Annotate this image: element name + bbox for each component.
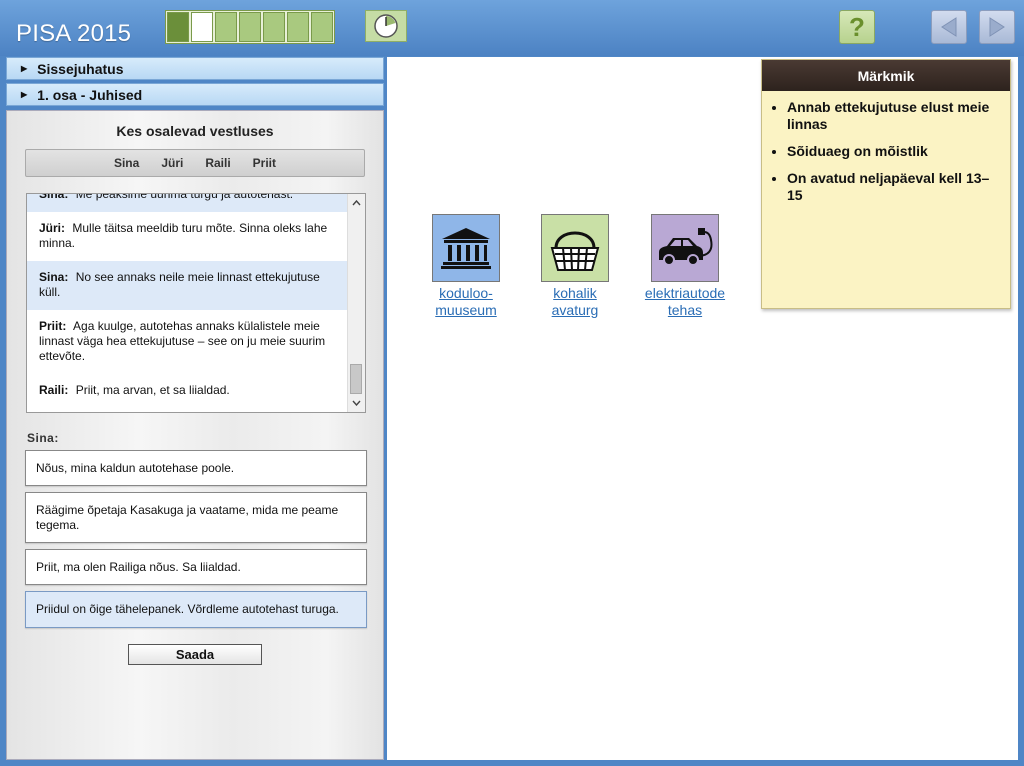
reply-option[interactable]: Nõus, mina kaldun autotehase poole.	[25, 450, 367, 486]
factory-tile[interactable]	[651, 214, 719, 282]
chat-speaker: Sina:	[39, 193, 69, 201]
app-title: PISA 2015	[16, 20, 132, 47]
chat-message: Priit: Aga kuulge, autotehas annaks küla…	[27, 310, 349, 374]
chat-panel: Kes osalevad vestluses Sina Jüri Raili P…	[6, 110, 384, 760]
place-factory[interactable]: elektriautode tehas	[630, 214, 740, 319]
triangle-right-icon: ▶	[21, 90, 28, 99]
next-button[interactable]	[979, 10, 1015, 44]
reply-option-text: Priidul on õige tähelepanek. Võrdleme au…	[36, 602, 339, 616]
chat-message: Sina: Me peaksime uurima turgu ja autote…	[27, 193, 349, 212]
timer-button[interactable]	[365, 10, 407, 42]
arrow-left-icon	[941, 17, 957, 37]
chat-scrollbar[interactable]	[347, 194, 365, 412]
help-button[interactable]: ?	[839, 10, 875, 44]
chat-speaker: Raili:	[39, 383, 69, 397]
progress-bar	[165, 10, 335, 44]
notes-item: On avatud neljapäeval kell 13–15	[787, 170, 1000, 204]
notes-item: Annab ettekujutuse elust meie linnas	[787, 99, 1000, 133]
progress-segment	[263, 12, 285, 42]
triangle-right-icon: ▶	[21, 64, 28, 73]
progress-segment	[167, 12, 189, 42]
chat-log[interactable]: Sina: Me peaksime uurima turgu ja autote…	[26, 193, 366, 413]
place-market[interactable]: kohalik avaturg	[520, 214, 630, 319]
participant-name: Sina	[113, 156, 140, 170]
notes-list: Annab ettekujutuse elust meie linnas Sõi…	[762, 99, 1010, 204]
scrollbar-thumb[interactable]	[350, 364, 362, 394]
scroll-down-icon[interactable]	[348, 395, 365, 411]
notes-panel: Märkmik Annab ettekujutuse elust meie li…	[761, 59, 1011, 309]
scroll-up-icon[interactable]	[348, 195, 365, 211]
progress-segment	[215, 12, 237, 42]
question-mark-icon: ?	[849, 11, 865, 42]
chat-message: Raili: Priit, ma arvan, et sa liialdad.	[27, 374, 349, 408]
section-header-label: 1. osa - Juhised	[37, 86, 143, 103]
electric-car-icon	[659, 228, 713, 266]
chat-message: Sina: No see annaks neile meie linnast e…	[27, 261, 349, 310]
progress-segment	[239, 12, 261, 42]
chat-text: Me peaksime uurima turgu ja autotehast.	[75, 193, 294, 201]
progress-segment	[287, 12, 309, 42]
chat-text: Priit, ma arvan, et sa liialdad.	[75, 383, 230, 397]
chat-speaker: Jüri:	[39, 221, 66, 235]
chat-text: Mulle täitsa meeldib turu mõte. Sinna ol…	[39, 221, 328, 250]
reply-option-selected[interactable]: Priidul on õige tähelepanek. Võrdleme au…	[25, 591, 367, 628]
reply-option[interactable]: Priit, ma olen Railiga nõus. Sa liialdad…	[25, 549, 367, 585]
notes-item: Sõiduaeg on mõistlik	[787, 143, 1000, 160]
progress-segment	[191, 12, 213, 42]
reply-option-text: Räägime õpetaja Kasakuga ja vaatame, mid…	[36, 502, 339, 532]
notes-title: Märkmik	[762, 60, 1010, 91]
section-header-intro[interactable]: ▶ Sissejuhatus	[6, 57, 384, 80]
market-tile[interactable]	[541, 214, 609, 282]
progress-segment	[311, 12, 333, 42]
chat-text: No see annaks neile meie linnast ettekuj…	[39, 270, 320, 299]
section-header-part1[interactable]: ▶ 1. osa - Juhised	[6, 83, 384, 106]
chat-message: Jüri: Mulle täitsa meeldib turu mõte. Si…	[27, 212, 349, 261]
participant-name: Jüri	[161, 156, 184, 170]
basket-icon	[550, 231, 600, 271]
clock-icon	[374, 14, 398, 38]
reply-option-text: Priit, ma olen Railiga nõus. Sa liialdad…	[36, 559, 241, 574]
reply-speaker-label: Sina:	[27, 431, 59, 445]
place-link[interactable]: elektriautode tehas	[630, 285, 740, 319]
panel-title: Kes osalevad vestluses	[116, 123, 274, 139]
previous-button[interactable]	[931, 10, 967, 44]
place-link[interactable]: kohalik avaturg	[520, 285, 630, 319]
participant-name: Priit	[252, 156, 277, 170]
arrow-right-icon	[989, 17, 1005, 37]
participants-bar: Sina Jüri Raili Priit	[25, 149, 365, 177]
place-museum[interactable]: koduloo- muuseum	[411, 214, 521, 319]
header-bar: PISA 2015 ?	[0, 0, 1024, 56]
send-button[interactable]: Saada	[128, 644, 262, 665]
chat-speaker: Sina:	[39, 270, 69, 284]
museum-icon	[441, 228, 491, 269]
chat-text: Aga kuulge, autotehas annaks külalistele…	[39, 319, 326, 363]
reply-option-text: Nõus, mina kaldun autotehase poole.	[36, 460, 235, 475]
place-link[interactable]: koduloo- muuseum	[411, 285, 521, 319]
section-header-label: Sissejuhatus	[37, 60, 124, 77]
reply-option[interactable]: Räägime õpetaja Kasakuga ja vaatame, mid…	[25, 492, 367, 543]
chat-speaker: Priit:	[39, 319, 67, 333]
museum-tile[interactable]	[432, 214, 500, 282]
participant-name: Raili	[205, 156, 231, 170]
